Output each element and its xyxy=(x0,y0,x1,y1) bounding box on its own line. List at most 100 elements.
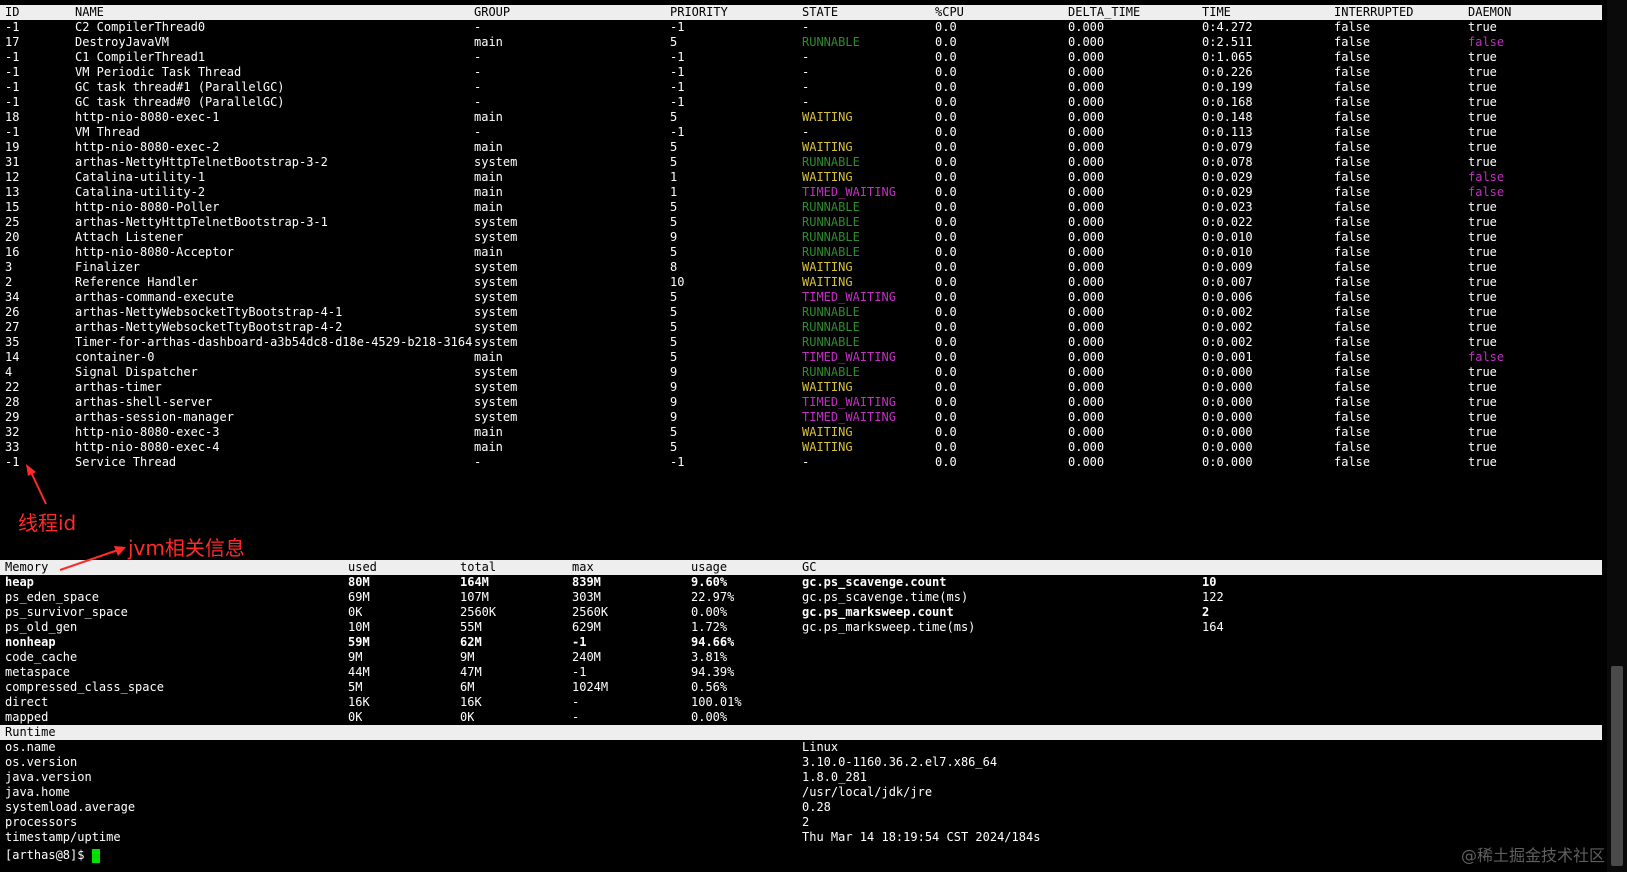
memory-total: 164M xyxy=(460,575,489,589)
thread-col-cpu: 0.0 xyxy=(935,455,957,469)
thread-col-state: TIMED_WAITING xyxy=(802,185,896,199)
thread-col-name: VM Periodic Task Thread xyxy=(75,65,242,79)
thread-col-time: 0:0.000 xyxy=(1202,365,1253,379)
thread-col-group: - xyxy=(474,80,482,94)
thread-col-daemon: true xyxy=(1468,335,1497,349)
thread-col-cpu: 0.0 xyxy=(935,80,957,94)
thread-col-time: 0:0.006 xyxy=(1202,290,1253,304)
thread-col-cpu: 0.0 xyxy=(935,380,957,394)
thread-col-id: 18 xyxy=(5,110,20,124)
memory-total: 47M xyxy=(460,665,482,679)
thread-col-delta-time: 0.000 xyxy=(1068,65,1105,79)
cursor[interactable] xyxy=(92,849,100,863)
thread-col-cpu: 0.0 xyxy=(935,395,957,409)
thread-col-cpu: 0.0 xyxy=(935,110,957,124)
gc-value: 122 xyxy=(1202,590,1224,604)
thread-col-interrupted: false xyxy=(1334,65,1371,79)
thread-col-name: DestroyJavaVM xyxy=(75,35,169,49)
thread-col-daemon: true xyxy=(1468,110,1497,124)
thread-col-priority: 9 xyxy=(670,380,678,394)
memory-name: code_cache xyxy=(5,650,78,664)
header-col-name: NAME xyxy=(75,5,104,19)
thread-col-id: 19 xyxy=(5,140,20,154)
terminal[interactable]: ID NAME GROUP PRIORITY STATE %CPU DELTA_TIME TI… xyxy=(0,0,1602,872)
thread-table-row: 15 http-nio-8080-Poller main 5 RUNNABLE 0.0 0.… xyxy=(0,200,1602,215)
thread-col-priority: 5 xyxy=(670,335,678,349)
thread-col-priority: -1 xyxy=(670,455,685,469)
thread-col-cpu: 0.0 xyxy=(935,440,957,454)
thread-col-delta-time: 0.000 xyxy=(1068,410,1105,424)
thread-col-id: 3 xyxy=(5,260,13,274)
thread-col-daemon: true xyxy=(1468,215,1497,229)
thread-col-cpu: 0.0 xyxy=(935,290,957,304)
thread-col-state: RUNNABLE xyxy=(802,230,860,244)
thread-table-row: 18 http-nio-8080-exec-1 main 5 WAITING 0.0 0.0… xyxy=(0,110,1602,125)
thread-table-row: 17 DestroyJavaVM main 5 RUNNABLE 0.0 0.000 0:2.… xyxy=(0,35,1602,50)
thread-col-interrupted: false xyxy=(1334,20,1371,34)
thread-col-group: main xyxy=(474,440,503,454)
annotation-jvm-info: jvm相关信息 xyxy=(128,536,245,560)
thread-col-interrupted: false xyxy=(1334,320,1371,334)
thread-table-row: -1 VM Periodic Task Thread - -1 - 0.0 0.000 0:0… xyxy=(0,65,1602,80)
thread-col-group: - xyxy=(474,65,482,79)
thread-col-delta-time: 0.000 xyxy=(1068,320,1105,334)
memory-total: 62M xyxy=(460,635,482,649)
thread-col-daemon: true xyxy=(1468,440,1497,454)
thread-col-time: 0:0.002 xyxy=(1202,335,1253,349)
header-runtime: Runtime xyxy=(5,725,56,739)
thread-table-row: -1 C2 CompilerThread0 - -1 - 0.0 0.000 0:4.272 f… xyxy=(0,20,1602,35)
thread-col-state: WAITING xyxy=(802,170,853,184)
thread-col-group: system xyxy=(474,290,518,304)
scrollbar[interactable] xyxy=(1607,0,1627,872)
runtime-value: Linux xyxy=(802,740,839,754)
thread-col-id: 33 xyxy=(5,440,20,454)
header-col-daemon: DAEMON xyxy=(1468,5,1512,19)
thread-col-interrupted: false xyxy=(1334,350,1371,364)
memory-usage: 1.72% xyxy=(691,620,728,634)
thread-col-daemon: true xyxy=(1468,410,1497,424)
thread-col-cpu: 0.0 xyxy=(935,350,957,364)
memory-max: -1 xyxy=(572,635,587,649)
thread-col-daemon: false xyxy=(1468,350,1505,364)
thread-col-interrupted: false xyxy=(1334,455,1371,469)
thread-col-priority: 9 xyxy=(670,365,678,379)
thread-col-id: -1 xyxy=(5,65,20,79)
thread-col-interrupted: false xyxy=(1334,290,1371,304)
memory-name: direct xyxy=(5,695,49,709)
thread-col-cpu: 0.0 xyxy=(935,230,957,244)
thread-col-delta-time: 0.000 xyxy=(1068,455,1105,469)
runtime-key: timestamp/uptime xyxy=(5,830,121,844)
memory-max: 839M xyxy=(572,575,601,589)
thread-col-daemon: true xyxy=(1468,155,1497,169)
thread-col-cpu: 0.0 xyxy=(935,410,957,424)
thread-col-interrupted: false xyxy=(1334,440,1371,454)
thread-table-row: 32 http-nio-8080-exec-3 main 5 WAITING 0.0 0.0… xyxy=(0,425,1602,440)
runtime-table-row: systemload.average 0.28 xyxy=(0,800,1602,815)
memory-used: 9M xyxy=(348,650,363,664)
thread-col-group: system xyxy=(474,230,518,244)
thread-col-name: http-nio-8080-exec-1 xyxy=(75,110,220,124)
memory-used: 80M xyxy=(348,575,370,589)
thread-col-delta-time: 0.000 xyxy=(1068,260,1105,274)
thread-col-priority: 5 xyxy=(670,305,678,319)
thread-col-id: 25 xyxy=(5,215,20,229)
thread-col-state: RUNNABLE xyxy=(802,365,860,379)
thread-col-daemon: true xyxy=(1468,380,1497,394)
thread-col-state: WAITING xyxy=(802,260,853,274)
thread-col-daemon: true xyxy=(1468,140,1497,154)
thread-col-name: http-nio-8080-exec-3 xyxy=(75,425,220,439)
thread-col-interrupted: false xyxy=(1334,125,1371,139)
scrollbar-thumb[interactable] xyxy=(1611,666,1623,866)
memory-max: 240M xyxy=(572,650,601,664)
memory-usage: 94.66% xyxy=(691,635,735,649)
command-prompt[interactable]: [arthas@8]$ xyxy=(0,848,1602,863)
thread-col-time: 0:0.010 xyxy=(1202,230,1253,244)
memory-used: 59M xyxy=(348,635,370,649)
thread-col-state: RUNNABLE xyxy=(802,215,860,229)
thread-table-row: 27 arthas-NettyWebsocketTtyBootstrap-4-2 s… xyxy=(0,320,1602,335)
thread-col-name: Service Thread xyxy=(75,455,177,469)
memory-table-header: Memory used total max usage GC xyxy=(0,560,1602,575)
gc-name: gc.ps_marksweep.count xyxy=(802,605,954,619)
thread-col-state: RUNNABLE xyxy=(802,335,860,349)
thread-col-id: 35 xyxy=(5,335,20,349)
